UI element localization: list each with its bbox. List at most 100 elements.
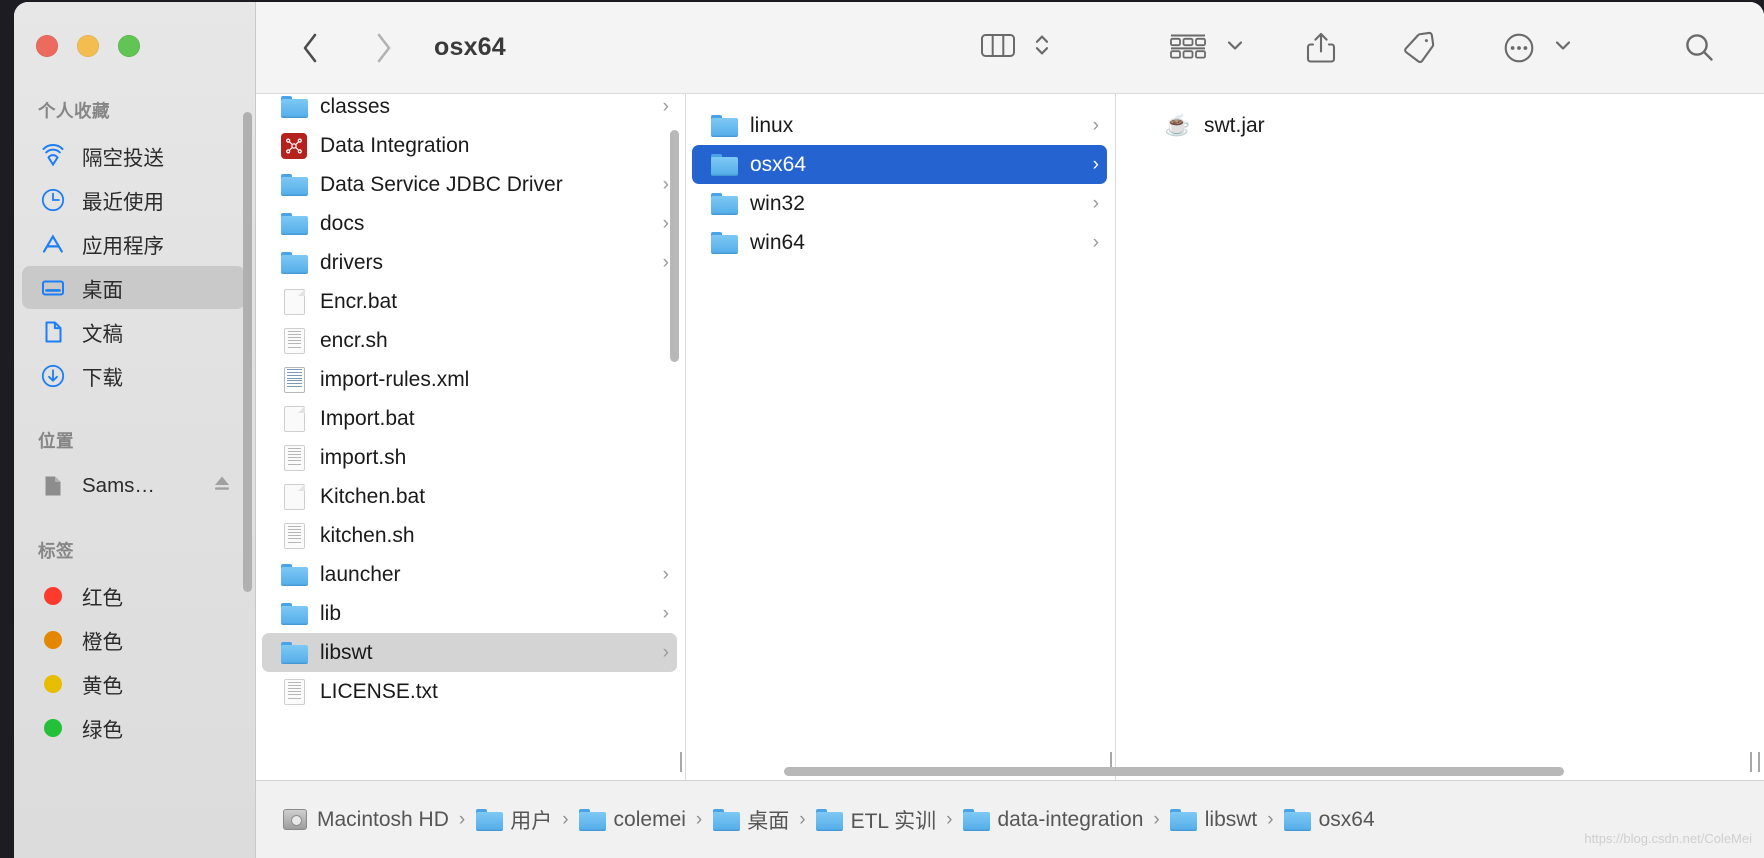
sidebar-item-tag-green[interactable]: 绿色 [22, 706, 245, 749]
list-item[interactable]: LICENSE.txt [262, 672, 677, 711]
column-3-resize-grip[interactable] [1750, 752, 1760, 772]
sidebar-section-header-favorites: 个人收藏 [38, 101, 110, 121]
sidebar-item-tag-yellow[interactable]: 黄色 [22, 662, 245, 705]
chevron-right-icon: › [662, 252, 669, 273]
chevron-right-icon: › [1092, 154, 1099, 175]
breadcrumb-item-desktop[interactable]: 桌面 [712, 805, 789, 835]
item-label: swt.jar [1204, 113, 1265, 137]
item-label: LICENSE.txt [320, 679, 438, 703]
list-item[interactable]: win32 › [692, 184, 1107, 223]
sidebar-item-documents[interactable]: 文稿 [22, 310, 245, 353]
item-label: Import.bat [320, 406, 415, 430]
forward-button[interactable] [370, 28, 396, 68]
chevron-right-icon: › [1092, 232, 1099, 253]
breadcrumb-item-etl[interactable]: ETL 实训 [816, 805, 937, 835]
breadcrumb-label: ETL 实训 [850, 809, 937, 833]
app-icon [280, 132, 308, 160]
eject-icon[interactable] [211, 472, 233, 500]
list-item-selected[interactable]: libswt › [262, 633, 677, 672]
list-item-selected[interactable]: osx64 › [692, 145, 1107, 184]
folder-icon [280, 561, 308, 589]
users-folder-icon [475, 807, 503, 833]
list-item[interactable]: import.sh [262, 438, 677, 477]
sidebar-item-recents[interactable]: 最近使用 [22, 178, 245, 221]
breadcrumb-separator: › [458, 808, 466, 830]
sidebar-item-label: 黄色 [82, 674, 123, 698]
chevron-down-icon[interactable] [1224, 34, 1246, 61]
column-1-scrollbar[interactable] [670, 130, 679, 362]
sidebar-item-label: 隔空投送 [82, 146, 164, 170]
list-item[interactable]: import-rules.xml [262, 360, 677, 399]
sidebar-item-applications[interactable]: 应用程序 [22, 222, 245, 265]
horizontal-scrollbar[interactable] [784, 767, 1564, 776]
item-label: Data Integration [320, 133, 470, 157]
breadcrumb-item-data-integration[interactable]: data-integration [962, 807, 1143, 833]
finder-window: 个人收藏 隔空投送 最近使用 应用程序 桌面 文稿 下载 位置 Sams… 标签… [14, 2, 1764, 858]
item-label: kitchen.sh [320, 523, 415, 547]
breadcrumb-label: libswt [1204, 807, 1258, 831]
zoom-button[interactable] [118, 35, 140, 57]
sidebar-item-label: 桌面 [82, 278, 123, 302]
group-by-button[interactable] [1166, 29, 1246, 66]
item-label: libswt [320, 640, 373, 664]
list-item[interactable]: Import.bat [262, 399, 677, 438]
document-icon [280, 288, 308, 316]
watermark: https://blog.csdn.net/ColeMei [1584, 831, 1752, 846]
list-item[interactable]: launcher › [262, 555, 677, 594]
breadcrumb-item-libswt[interactable]: libswt [1170, 807, 1258, 833]
breadcrumb-item-users[interactable]: 用户 [475, 805, 552, 835]
sidebar-item-airdrop[interactable]: 隔空投送 [22, 134, 245, 177]
folder-icon [280, 639, 308, 667]
window-controls [36, 35, 140, 57]
sidebar-item-downloads[interactable]: 下载 [22, 354, 245, 397]
sidebar-scrollbar[interactable] [243, 112, 252, 592]
breadcrumb-item-macintosh-hd[interactable]: Macintosh HD [282, 807, 449, 833]
breadcrumb-item-colemei[interactable]: colemei [579, 807, 686, 833]
item-label: linux [750, 113, 794, 137]
sidebar-item-samsung-disk[interactable]: Sams… [22, 464, 245, 507]
xml-icon [280, 366, 308, 394]
chevron-down-icon[interactable] [1552, 34, 1574, 61]
share-button[interactable] [1304, 29, 1338, 67]
view-switcher[interactable] [978, 28, 1052, 67]
toolbar: osx64 [256, 2, 1764, 94]
item-label: import-rules.xml [320, 367, 470, 391]
list-item[interactable]: win64 › [692, 223, 1107, 262]
item-label: win32 [750, 191, 805, 215]
chevron-right-icon: › [1092, 115, 1099, 136]
sidebar-item-tag-orange[interactable]: 橙色 [22, 618, 245, 661]
column-view-icon[interactable] [978, 29, 1018, 66]
list-item[interactable]: lib › [262, 594, 677, 633]
list-item[interactable]: classes › [262, 94, 677, 126]
list-item[interactable]: Encr.bat [262, 282, 677, 321]
breadcrumb-item-osx64[interactable]: osx64 [1284, 807, 1375, 833]
back-button[interactable] [298, 28, 324, 68]
folder-icon [280, 600, 308, 628]
sidebar-item-tag-red[interactable]: 红色 [22, 574, 245, 617]
list-item[interactable]: encr.sh [262, 321, 677, 360]
column-browser: classes › Data Integration Data Service … [256, 94, 1764, 780]
applications-icon [38, 229, 68, 259]
list-item[interactable]: docs › [262, 204, 677, 243]
minimize-button[interactable] [77, 35, 99, 57]
view-stepper-chevrons[interactable] [1032, 28, 1052, 67]
list-item[interactable]: ☕ swt.jar [1146, 106, 1756, 145]
clock-icon [38, 185, 68, 215]
list-item[interactable]: Data Service JDBC Driver › [262, 165, 677, 204]
list-item[interactable]: kitchen.sh [262, 516, 677, 555]
list-item[interactable]: Kitchen.bat [262, 477, 677, 516]
breadcrumb-label: Macintosh HD [317, 807, 449, 831]
list-item[interactable]: linux › [692, 106, 1107, 145]
desktop-folder-icon [712, 807, 740, 833]
tag-button[interactable] [1400, 29, 1438, 67]
sidebar-item-desktop[interactable]: 桌面 [22, 266, 245, 309]
search-button[interactable] [1680, 29, 1718, 67]
close-button[interactable] [36, 35, 58, 57]
script-icon [280, 522, 308, 550]
item-label: lib [320, 601, 342, 625]
list-item[interactable]: Data Integration [262, 126, 677, 165]
breadcrumb-label: 用户 [510, 809, 553, 833]
group-by-icon[interactable] [1166, 29, 1210, 66]
list-item[interactable]: drivers › [262, 243, 677, 282]
more-actions-button[interactable] [1500, 29, 1574, 67]
